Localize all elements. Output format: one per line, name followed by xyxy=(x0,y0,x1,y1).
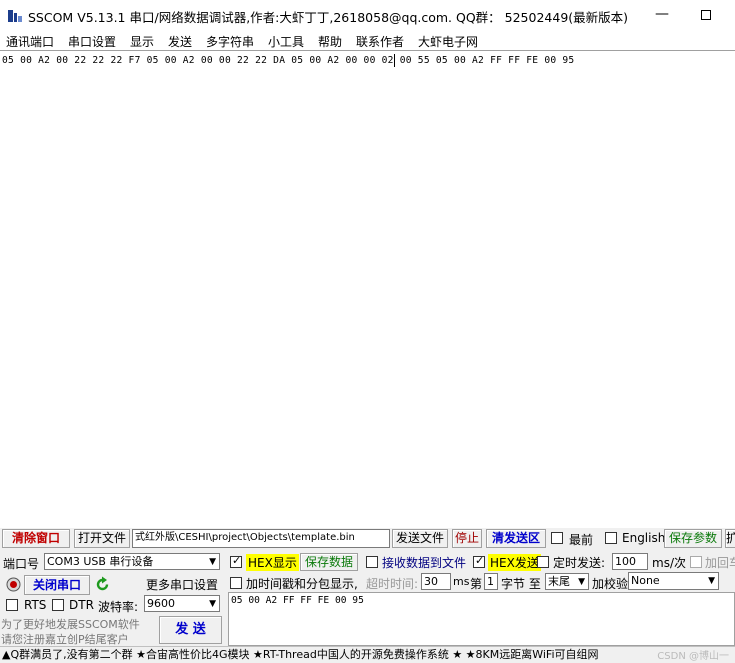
baud-value: 9600 xyxy=(147,597,175,610)
interval-unit: ms/次 xyxy=(652,556,686,570)
promo-line-1: 为了更好地发展SSCOM软件 xyxy=(1,618,140,631)
maximize-button[interactable] xyxy=(694,4,718,26)
hex-display-label: HEX显示 xyxy=(246,554,299,571)
byte-input[interactable]: 1 xyxy=(484,573,498,590)
recv-to-file-checkbox[interactable] xyxy=(366,556,378,568)
dtr-label: DTR xyxy=(69,598,94,612)
topmost-label: 最前 xyxy=(569,533,594,547)
chevron-down-icon: ▼ xyxy=(578,577,585,587)
menu-tools[interactable]: 小工具 xyxy=(268,33,304,50)
timed-send-label: 定时发送: xyxy=(553,556,606,570)
menu-multi-string[interactable]: 多字符串 xyxy=(206,33,254,50)
byte-suffix: 字节 至 xyxy=(501,577,541,591)
checksum-value: None xyxy=(631,574,660,587)
stop-button[interactable]: 停止 xyxy=(452,529,482,548)
rts-label: RTS xyxy=(24,598,47,612)
maximize-icon xyxy=(701,10,711,20)
timestamp-label: 加时间戳和分包显示, xyxy=(246,577,358,591)
timestamp-checkbox[interactable] xyxy=(230,577,242,589)
title-bar: SSCOM V5.13.1 串口/网络数据调试器,作者:大虾丁丁,2618058… xyxy=(0,0,735,30)
promo-line-2: 请您注册嘉立创P结尾客户 xyxy=(1,633,129,646)
byte-prefix: 第 xyxy=(470,577,483,591)
window-title: SSCOM V5.13.1 串口/网络数据调试器,作者:大虾丁丁,2618058… xyxy=(28,10,629,25)
topmost-checkbox[interactable] xyxy=(551,532,563,544)
receive-area[interactable]: 05 00 A2 00 22 22 22 F7 05 00 A2 00 00 2… xyxy=(0,50,735,528)
timeout-label: 超时时间: xyxy=(366,577,419,591)
text-caret xyxy=(394,54,395,67)
end-value: 末尾 xyxy=(548,575,570,588)
send-input[interactable]: 05 00 A2 FF FF FE 00 95 xyxy=(228,592,735,646)
chevron-down-icon: ▼ xyxy=(209,599,216,609)
recv-to-file-label: 接收数据到文件 xyxy=(382,556,467,570)
add-crlf-checkbox[interactable] xyxy=(690,556,702,568)
dtr-checkbox[interactable] xyxy=(52,599,64,611)
timeout-unit: ms xyxy=(453,575,470,588)
record-icon xyxy=(6,577,21,592)
port-select[interactable]: COM3 USB 串行设备 ▼ xyxy=(44,553,220,570)
chevron-down-icon: ▼ xyxy=(708,576,715,586)
checksum-select[interactable]: None ▼ xyxy=(628,572,719,590)
checksum-label: 加校验 xyxy=(592,577,629,591)
status-text: ▲Q群满员了,没有第二个群 ★合宙高性价比4G模块 ★RT-Thread中国人的… xyxy=(2,648,599,661)
save-data-button[interactable]: 保存数据 xyxy=(300,553,358,571)
rts-checkbox[interactable] xyxy=(6,599,18,611)
close-port-button[interactable]: 关闭串口 xyxy=(24,575,90,595)
end-select[interactable]: 末尾 ▼ xyxy=(545,573,589,590)
english-checkbox[interactable] xyxy=(605,532,617,544)
menu-display[interactable]: 显示 xyxy=(130,33,154,50)
hex-send-label: HEX发送 xyxy=(488,554,541,571)
menu-daxia-site[interactable]: 大虾电子网 xyxy=(418,33,478,50)
expand-button[interactable]: 扩 xyxy=(725,529,735,548)
menu-port-settings[interactable]: 串口设置 xyxy=(68,33,116,50)
save-params-button[interactable]: 保存参数 xyxy=(664,529,722,548)
port-label: 端口号 xyxy=(3,557,40,571)
english-label: English xyxy=(622,531,666,545)
hex-send-checkbox[interactable] xyxy=(473,554,485,568)
sscom-logo-icon xyxy=(8,10,22,22)
menu-help[interactable]: 帮助 xyxy=(318,33,342,50)
watermark: CSDN @博山一 xyxy=(657,651,729,662)
chevron-down-icon: ▼ xyxy=(209,557,216,567)
port-value: COM3 USB 串行设备 xyxy=(47,555,154,568)
send-button[interactable]: 发 送 xyxy=(159,616,222,644)
baud-label: 波特率: xyxy=(98,600,139,614)
menu-send[interactable]: 发送 xyxy=(168,33,192,50)
timed-send-checkbox[interactable] xyxy=(537,556,549,568)
clear-send-button[interactable]: 清发送区 xyxy=(486,529,546,548)
baud-select[interactable]: 9600 ▼ xyxy=(144,595,220,612)
menu-contact[interactable]: 联系作者 xyxy=(356,33,404,50)
receive-text: 05 00 A2 00 22 22 22 F7 05 00 A2 00 00 2… xyxy=(2,55,575,66)
clear-window-button[interactable]: 清除窗口 xyxy=(2,529,70,548)
status-bar: ▲Q群满员了,没有第二个群 ★合宙高性价比4G模块 ★RT-Thread中国人的… xyxy=(0,646,735,663)
interval-input[interactable]: 100 xyxy=(612,553,648,570)
minimize-button[interactable]: — xyxy=(650,4,674,26)
refresh-icon[interactable] xyxy=(94,576,111,593)
menu-comm-port[interactable]: 通讯端口 xyxy=(6,33,54,50)
more-settings-link[interactable]: 更多串口设置 xyxy=(146,576,218,593)
hex-display-checkbox[interactable] xyxy=(230,554,242,568)
open-file-button[interactable]: 打开文件 xyxy=(74,529,130,548)
menu-bar: 通讯端口 串口设置 显示 发送 多字符串 小工具 帮助 联系作者 大虾电子网 xyxy=(0,30,735,50)
add-crlf-label: 加回车 xyxy=(705,556,735,570)
timeout-input[interactable]: 30 xyxy=(421,573,451,590)
send-file-button[interactable]: 发送文件 xyxy=(392,529,448,548)
file-path-field[interactable]: 式红外版\CESHI\project\Objects\template.bin xyxy=(132,529,390,548)
